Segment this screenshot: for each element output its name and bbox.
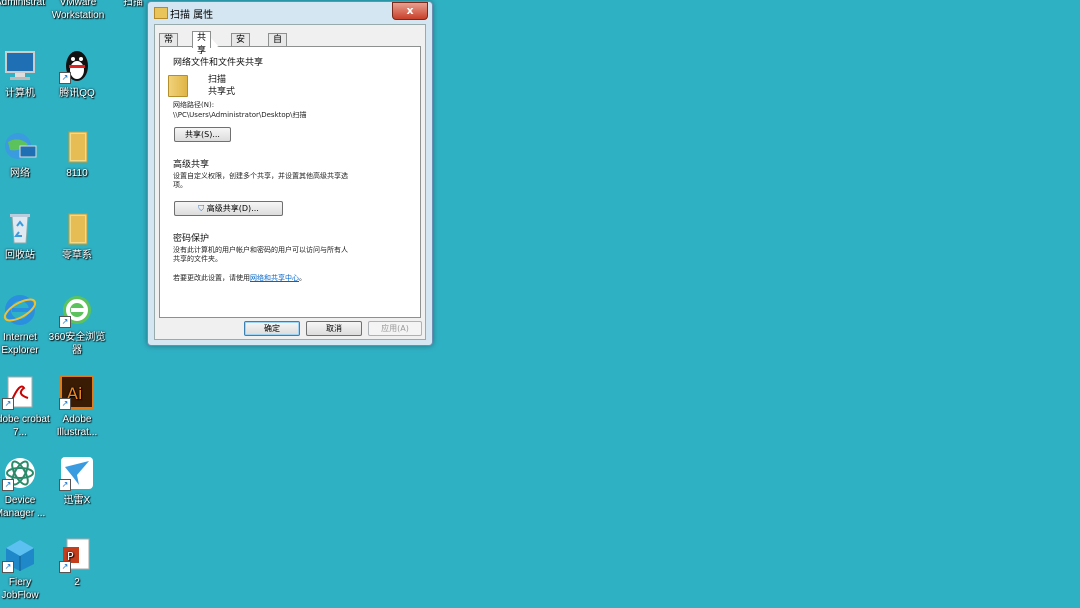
desktop-icon-device-manager[interactable]: ↗ Device Manager ... bbox=[0, 455, 50, 520]
change-setting-prefix: 若要更改此设置，请使用 bbox=[173, 274, 250, 282]
desktop-icon-label: 零草系 bbox=[62, 250, 92, 261]
desktop-icon-label: Administrat bbox=[0, 0, 45, 8]
desktop-icon-label: 扫描 bbox=[123, 0, 143, 8]
desktop-icon-label: 腾讯QQ bbox=[59, 88, 95, 99]
sharing-panel: 网络文件和文件夹共享 扫描 共享式 网络路径(N): \\PC\Users\Ad… bbox=[159, 46, 421, 318]
shortcut-arrow-icon: ↗ bbox=[59, 479, 71, 491]
fiery-cube-icon: ↗ bbox=[2, 537, 38, 573]
dialog-client: 常规 共享 安全 自定义 网络文件和文件夹共享 扫描 共享式 网络路径(N): … bbox=[154, 24, 426, 340]
tab-customize[interactable]: 自定义 bbox=[268, 33, 288, 71]
apply-button[interactable]: 应用(A) bbox=[368, 321, 422, 336]
advanced-sharing-button[interactable]: ⛉ 高级共享(D)... bbox=[174, 201, 283, 216]
shortcut-arrow-icon: ↗ bbox=[2, 561, 14, 573]
desktop-icon-computer[interactable]: 计算机 bbox=[0, 48, 50, 100]
ok-button[interactable]: 确定 bbox=[244, 321, 300, 336]
desktop-icon-label: 迅雷X bbox=[63, 495, 91, 506]
desktop-icon-label: VMware Workstation bbox=[51, 0, 105, 21]
advanced-sharing-button-label: 高级共享(D)... bbox=[206, 204, 259, 213]
illustrator-icon: Ai ↗ bbox=[59, 374, 95, 410]
desktop-icon-label: Internet Explorer bbox=[1, 332, 39, 356]
shortcut-arrow-icon: ↗ bbox=[2, 479, 14, 491]
desktop-icon-fiery-jobflow[interactable]: ↗ Fiery JobFlow bbox=[0, 537, 50, 602]
dialog-titlebar[interactable]: 扫描 属性 x bbox=[148, 2, 432, 24]
desktop-icon-label: Fiery JobFlow bbox=[1, 577, 39, 601]
shield-icon: ⛉ bbox=[198, 204, 205, 213]
section-advanced-sharing-title: 高级共享 bbox=[173, 160, 210, 170]
shortcut-arrow-icon: ↗ bbox=[59, 72, 71, 84]
cancel-button[interactable]: 取消 bbox=[306, 321, 362, 336]
tab-security[interactable]: 安全 bbox=[231, 33, 251, 58]
shortcut-arrow-icon: ↗ bbox=[59, 398, 71, 410]
change-setting-text: 若要更改此设置，请使用网络和共享中心。 bbox=[173, 273, 306, 283]
dialog-title: 扫描 属性 bbox=[170, 10, 214, 21]
folder-icon bbox=[154, 7, 168, 19]
desktop-icon-scan-folder[interactable]: 扫描 bbox=[118, 0, 148, 9]
device-manager-icon: ↗ bbox=[2, 455, 38, 491]
tab-general[interactable]: 常规 bbox=[159, 33, 179, 58]
tab-sharing[interactable]: 共享 bbox=[192, 31, 212, 56]
section-network-sharing-title: 网络文件和文件夹共享 bbox=[173, 58, 264, 68]
desktop-icon-8110[interactable]: 8110 bbox=[47, 128, 107, 180]
network-globe-icon bbox=[2, 128, 38, 164]
desktop-icon-label: 8110 bbox=[66, 168, 88, 179]
desktop-icon-xunlei[interactable]: ↗ 迅雷X bbox=[47, 455, 107, 507]
desktop-icon-internet-explorer[interactable]: Internet Explorer bbox=[0, 292, 50, 357]
xunlei-bird-icon: ↗ bbox=[59, 455, 95, 491]
change-setting-suffix: 。 bbox=[299, 274, 306, 282]
shared-folder-icon bbox=[168, 75, 188, 97]
desktop-icon-acrobat[interactable]: ↗ Adobe crobat 7... bbox=[0, 374, 50, 439]
advanced-sharing-desc-1: 设置自定义权限，创建多个共享，并设置其他高级共享选 bbox=[173, 172, 348, 180]
desktop-icon-label: Adobe crobat 7... bbox=[0, 414, 50, 438]
acrobat-icon: ↗ bbox=[2, 374, 38, 410]
desktop-icon-folder-2[interactable]: 零草系 bbox=[47, 210, 107, 262]
network-path-label: 网络路径(N): bbox=[173, 101, 215, 109]
shortcut-arrow-icon: ↗ bbox=[59, 561, 71, 573]
network-path-value: \\PC\Users\Administrator\Desktop\扫描 bbox=[173, 111, 307, 119]
desktop-icon-administrator[interactable]: Administrat bbox=[0, 0, 50, 9]
desktop-icon-label: 回收站 bbox=[5, 250, 35, 261]
desktop-icon-illustrator[interactable]: Ai ↗ Adobe Illustrat... bbox=[47, 374, 107, 439]
desktop-icon-label: Device Manager ... bbox=[0, 495, 46, 519]
folder-icon bbox=[59, 128, 95, 164]
desktop-icon-label: 2 bbox=[74, 577, 80, 588]
ie-icon bbox=[2, 292, 38, 328]
qq-penguin-icon: ↗ bbox=[59, 48, 95, 84]
desktop-icon-label: Adobe Illustrat... bbox=[56, 414, 98, 438]
folder-share-state: 共享式 bbox=[208, 87, 236, 97]
360-browser-icon: ↗ bbox=[59, 292, 95, 328]
desktop-icon-vmware[interactable]: VMware Workstation bbox=[47, 0, 109, 22]
section-password-protection-title: 密码保护 bbox=[173, 234, 210, 244]
desktop-icon-recycle-bin[interactable]: 回收站 bbox=[0, 210, 50, 262]
desktop-icon-network[interactable]: 网络 bbox=[0, 128, 50, 180]
shortcut-arrow-icon: ↗ bbox=[2, 398, 14, 410]
desktop-icon-qq[interactable]: ↗ 腾讯QQ bbox=[47, 48, 107, 100]
close-button[interactable]: x bbox=[392, 2, 428, 20]
properties-dialog[interactable]: 扫描 属性 x 常规 共享 安全 自定义 网络文件和文件夹共享 扫描 共享式 网… bbox=[147, 1, 433, 346]
advanced-sharing-desc-2: 项。 bbox=[173, 181, 187, 189]
network-sharing-center-link[interactable]: 网络和共享中心 bbox=[250, 274, 299, 282]
powerpoint-icon: P ↗ bbox=[59, 537, 95, 573]
desktop-icon-label: 360安全浏览器 bbox=[48, 332, 106, 356]
shortcut-arrow-icon: ↗ bbox=[59, 316, 71, 328]
desktop-icon-label: 计算机 bbox=[5, 88, 35, 99]
desktop-icon-label: 网络 bbox=[10, 168, 30, 179]
folder-icon bbox=[59, 210, 95, 246]
recycle-bin-icon bbox=[2, 210, 38, 246]
password-protection-desc-2: 共享的文件夹。 bbox=[173, 255, 222, 263]
share-button[interactable]: 共享(S)... bbox=[174, 127, 231, 142]
desktop-icon-360-browser[interactable]: ↗ 360安全浏览器 bbox=[47, 292, 107, 357]
desktop-icon-powerpoint-2[interactable]: P ↗ 2 bbox=[47, 537, 107, 589]
computer-icon bbox=[2, 48, 38, 84]
